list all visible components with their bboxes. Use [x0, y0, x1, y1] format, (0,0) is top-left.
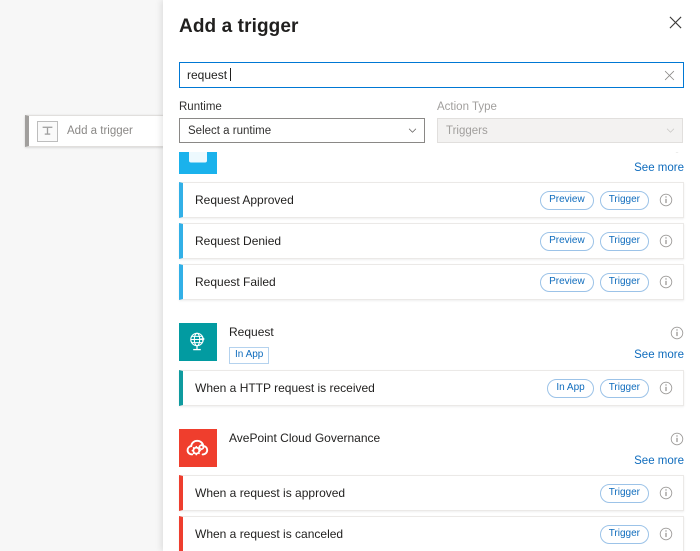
connector-group-meta: AvePoint Cloud Governance — [229, 429, 610, 450]
see-more-link[interactable]: See more — [634, 455, 684, 467]
panel-header: Add a trigger — [163, 0, 700, 40]
connector-group-header[interactable]: Request In App See more — [179, 315, 684, 370]
info-icon[interactable] — [659, 527, 673, 541]
see-more-link[interactable]: See more — [634, 162, 684, 174]
filters-row: Runtime Select a runtime Action Type Tri… — [179, 100, 684, 143]
info-icon[interactable] — [659, 275, 673, 289]
trigger-item-name: When a request is canceled — [195, 527, 600, 541]
results-list[interactable]: See moreRequest ApprovedPreviewTriggerRe… — [163, 152, 700, 551]
trigger-item-tags: In App Trigger — [547, 379, 673, 398]
chevron-down-icon — [407, 125, 418, 136]
runtime-label: Runtime — [179, 100, 425, 115]
trigger-item-tags: Trigger — [600, 484, 673, 503]
trigger-list-item[interactable]: Request FailedPreview Trigger — [179, 264, 684, 300]
add-trigger-node-label: Add a trigger — [67, 125, 133, 137]
info-icon[interactable] — [659, 193, 673, 207]
globe-request-connector-icon — [179, 323, 217, 361]
runtime-filter: Runtime Select a runtime — [179, 100, 425, 143]
action-type-label: Action Type — [437, 100, 683, 115]
tag-preview[interactable]: Preview — [540, 273, 594, 292]
trigger-item-tags: Preview Trigger — [540, 191, 673, 210]
info-icon[interactable] — [659, 381, 673, 395]
tag-trigger[interactable]: Trigger — [600, 191, 649, 210]
tag-trigger[interactable]: Trigger — [600, 484, 649, 503]
trigger-item-tags: Trigger — [600, 525, 673, 544]
trigger-list-item[interactable]: Request ApprovedPreview Trigger — [179, 182, 684, 218]
trigger-list-item[interactable]: Request DeniedPreview Trigger — [179, 223, 684, 259]
add-trigger-icon — [37, 121, 58, 142]
trigger-item-name: When a request is approved — [195, 486, 600, 500]
trigger-list-item[interactable]: When a HTTP request is receivedIn App Tri… — [179, 370, 684, 406]
runtime-select-value: Select a runtime — [188, 125, 407, 137]
group-spacer — [179, 305, 684, 315]
add-trigger-panel: Add a trigger request Runtime Select a r… — [163, 0, 700, 551]
group-spacer — [179, 411, 684, 421]
clear-icon[interactable] — [661, 67, 677, 83]
trigger-item-name: Request Approved — [195, 193, 540, 207]
connector-group-name: Request — [229, 324, 610, 340]
trigger-item-name: Request Denied — [195, 234, 540, 248]
avepoint-cloud-governance-connector-icon — [179, 429, 217, 467]
connector-group: Request In App See more When a HTTP request… — [179, 315, 684, 421]
connector-badge: In App — [229, 347, 269, 364]
tag-preview[interactable]: Preview — [540, 191, 594, 210]
canvas-surface[interactable]: Add a trigger — [0, 0, 163, 551]
trigger-item-name: When a HTTP request is received — [195, 381, 547, 395]
info-icon[interactable] — [659, 234, 673, 248]
text-caret — [230, 68, 231, 81]
connector-group: See moreRequest ApprovedPreviewTriggerRe… — [179, 152, 684, 315]
action-type-select: Triggers — [437, 118, 683, 143]
trigger-list-item[interactable]: When a request is approvedTrigger — [179, 475, 684, 511]
trigger-item-name: Request Failed — [195, 275, 540, 289]
page-title: Add a trigger — [179, 14, 684, 40]
trigger-item-tags: Preview Trigger — [540, 232, 673, 251]
approvals-connector-icon — [179, 152, 217, 174]
connector-group-actions: See more — [610, 429, 684, 469]
connector-group-actions: See more — [610, 152, 684, 176]
see-more-link[interactable]: See more — [634, 349, 684, 361]
connector-group-meta: Request In App — [229, 323, 610, 364]
workflow-canvas[interactable]: Add a trigger — [0, 0, 163, 551]
info-icon[interactable] — [670, 152, 684, 153]
tag-trigger[interactable]: Trigger — [600, 273, 649, 292]
tag-in-app[interactable]: In App — [547, 379, 593, 398]
trigger-list-item[interactable]: When a request is canceledTrigger — [179, 516, 684, 551]
search-input-text: request — [187, 63, 661, 87]
add-trigger-node[interactable]: Add a trigger — [25, 115, 163, 147]
connector-group-name: AvePoint Cloud Governance — [229, 430, 610, 446]
runtime-select[interactable]: Select a runtime — [179, 118, 425, 143]
search-row: request — [179, 62, 684, 88]
connector-group: AvePoint Cloud Governance See more When a … — [179, 421, 684, 551]
tag-preview[interactable]: Preview — [540, 232, 594, 251]
connector-group-header[interactable]: See more — [179, 152, 684, 182]
info-icon[interactable] — [670, 432, 684, 446]
tag-trigger[interactable]: Trigger — [600, 379, 649, 398]
results-groups: See moreRequest ApprovedPreviewTriggerRe… — [163, 152, 700, 551]
connector-group-header[interactable]: AvePoint Cloud Governance See more — [179, 421, 684, 475]
info-icon[interactable] — [659, 486, 673, 500]
connector-group-actions: See more — [610, 323, 684, 363]
chevron-down-icon — [665, 125, 676, 136]
trigger-item-tags: Preview Trigger — [540, 273, 673, 292]
info-icon[interactable] — [670, 326, 684, 340]
search-input[interactable]: request — [179, 62, 684, 88]
tag-trigger[interactable]: Trigger — [600, 525, 649, 544]
action-type-select-value: Triggers — [446, 125, 665, 137]
close-icon[interactable] — [660, 7, 690, 37]
tag-trigger[interactable]: Trigger — [600, 232, 649, 251]
action-type-filter: Action Type Triggers — [437, 100, 683, 143]
